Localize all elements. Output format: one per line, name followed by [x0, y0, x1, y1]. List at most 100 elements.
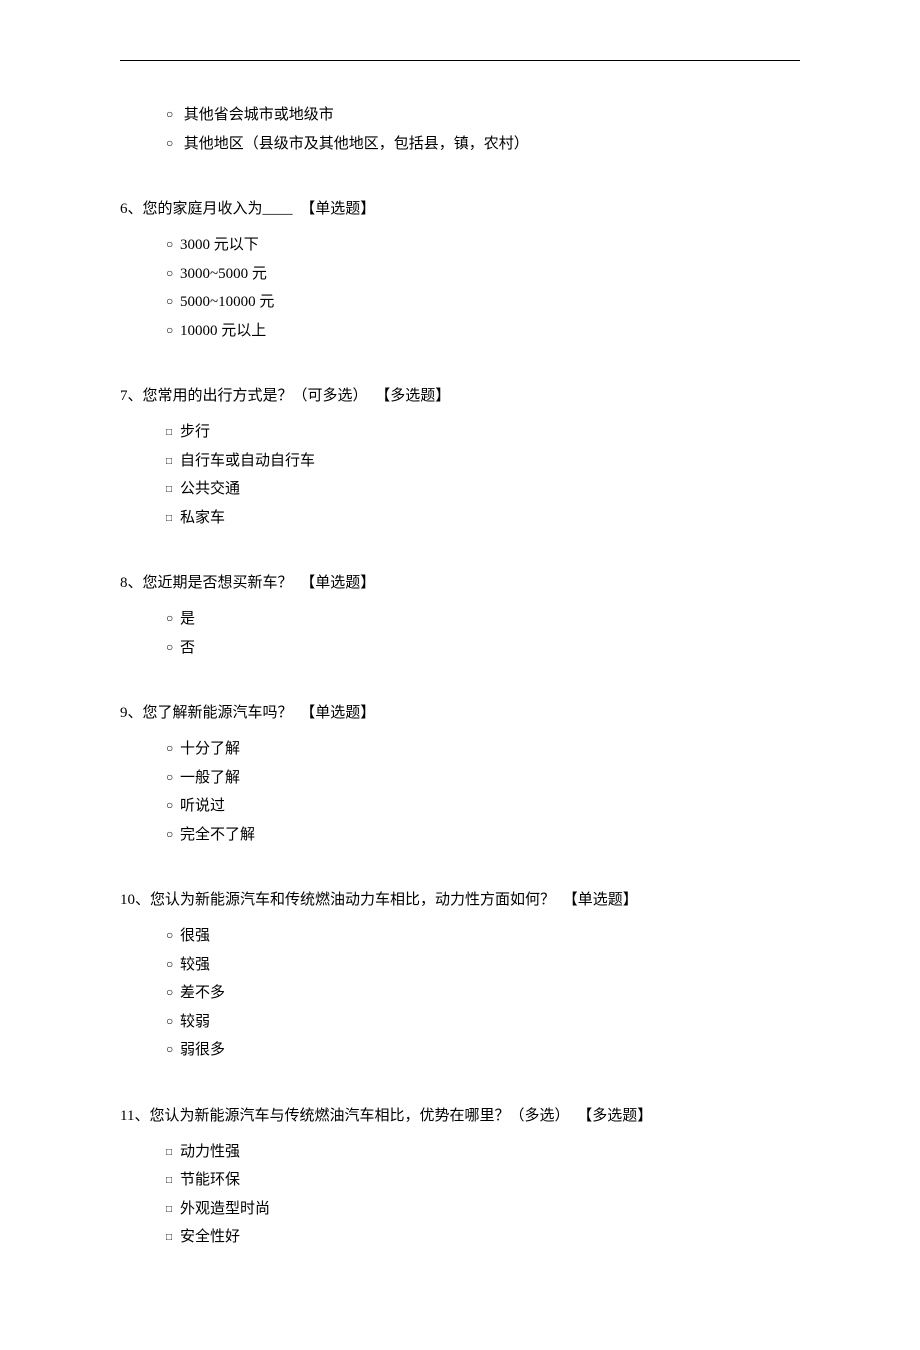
question-text: 您认为新能源汽车和传统燃油动力车相比，动力性方面如何？	[150, 892, 555, 908]
option-item[interactable]: □公共交通	[166, 475, 800, 504]
checkbox-marker-icon: □	[166, 480, 180, 499]
question-block: 6、您的家庭月收入为____ 【单选题】○3000 元以下○3000~5000 …	[120, 196, 800, 345]
question-text: 您认为新能源汽车与传统燃油汽车相比，优势在哪里？（多选）	[149, 1108, 569, 1124]
option-item[interactable]: □节能环保	[166, 1166, 800, 1195]
radio-marker-icon: ○	[166, 794, 180, 817]
checkbox-marker-icon: □	[166, 1171, 180, 1190]
option-item[interactable]: □私家车	[166, 504, 800, 533]
option-item[interactable]: □自行车或自动自行车	[166, 447, 800, 476]
radio-marker-icon: ○	[166, 636, 180, 659]
question-block: 8、您近期是否想买新车？ 【单选题】 ○是○否	[120, 570, 800, 662]
checkbox-marker-icon: □	[166, 1143, 180, 1162]
question-block: 11、您认为新能源汽车与传统燃油汽车相比，优势在哪里？（多选） 【多选题】 □动力…	[120, 1103, 800, 1252]
option-label: 完全不了解	[180, 827, 255, 843]
option-item[interactable]: ○3000~5000 元	[166, 260, 800, 289]
option-item[interactable]: ○10000 元以上	[166, 317, 800, 346]
radio-marker-icon: ○	[166, 953, 180, 976]
checkbox-marker-icon: □	[166, 1200, 180, 1219]
question-text: 您常用的出行方式是？（可多选）	[143, 388, 368, 404]
question-type-tag: 【多选题】	[372, 388, 451, 404]
radio-marker-icon: ○	[166, 981, 180, 1004]
question-number: 8、	[120, 575, 143, 591]
option-list: ○是○否	[120, 605, 800, 662]
option-item[interactable]: ○是	[166, 605, 800, 634]
radio-marker-icon: ○	[166, 737, 180, 760]
option-item[interactable]: ○较弱	[166, 1008, 800, 1037]
radio-marker-icon: ○	[166, 823, 180, 846]
option-label: 其他省会城市或地级市	[184, 107, 334, 123]
radio-marker-icon: ○	[166, 319, 180, 342]
question-number: 10、	[120, 892, 150, 908]
question-title: 8、您近期是否想买新车？ 【单选题】	[120, 570, 800, 597]
question-text: 您了解新能源汽车吗？	[143, 705, 293, 721]
option-label: 3000 元以下	[180, 237, 259, 253]
question-type-tag: 【单选题】	[297, 575, 376, 591]
option-item[interactable]: ○完全不了解	[166, 821, 800, 850]
option-label: 弱很多	[180, 1042, 225, 1058]
option-label: 自行车或自动自行车	[180, 453, 315, 469]
option-label: 安全性好	[180, 1229, 240, 1245]
question-number: 9、	[120, 705, 143, 721]
radio-marker-icon: ○	[166, 1038, 180, 1061]
option-label: 较强	[180, 957, 210, 973]
option-item[interactable]: ○ 其他地区（县级市及其他地区，包括县，镇，农村）	[166, 130, 800, 159]
option-list: ○十分了解○一般了解○听说过○完全不了解	[120, 735, 800, 849]
option-label: 外观造型时尚	[180, 1201, 270, 1217]
option-label: 10000 元以上	[180, 323, 266, 339]
question-type-tag: 【多选题】	[573, 1108, 652, 1124]
question-type-tag: 【单选题】	[297, 705, 376, 721]
option-label: 较弱	[180, 1014, 210, 1030]
option-label: 很强	[180, 928, 210, 944]
option-label: 其他地区（县级市及其他地区，包括县，镇，农村）	[184, 136, 529, 152]
radio-marker-icon: ○	[166, 233, 180, 256]
option-item[interactable]: □步行	[166, 418, 800, 447]
option-item[interactable]: ○很强	[166, 922, 800, 951]
option-item[interactable]: ○ 其他省会城市或地级市	[166, 101, 800, 130]
option-item[interactable]: □动力性强	[166, 1138, 800, 1167]
question-block: 7、您常用的出行方式是？（可多选） 【多选题】□步行□自行车或自动自行车□公共交…	[120, 383, 800, 532]
question-title: 10、您认为新能源汽车和传统燃油动力车相比，动力性方面如何？ 【单选题】	[120, 887, 800, 914]
option-label: 节能环保	[180, 1172, 240, 1188]
checkbox-marker-icon: □	[166, 423, 180, 442]
option-list: ○ 其他省会城市或地级市 ○ 其他地区（县级市及其他地区，包括县，镇，农村）	[120, 101, 800, 158]
option-item[interactable]: ○5000~10000 元	[166, 288, 800, 317]
option-label: 听说过	[180, 798, 225, 814]
option-item[interactable]: □外观造型时尚	[166, 1195, 800, 1224]
radio-marker-icon: ○	[166, 290, 180, 313]
option-item[interactable]: ○差不多	[166, 979, 800, 1008]
question-type-tag: 【单选题】	[297, 201, 376, 217]
question-title: 9、您了解新能源汽车吗？ 【单选题】	[120, 700, 800, 727]
option-item[interactable]: ○听说过	[166, 792, 800, 821]
option-item[interactable]: ○3000 元以下	[166, 231, 800, 260]
option-label: 一般了解	[180, 770, 240, 786]
option-label: 公共交通	[180, 481, 240, 497]
question-title: 6、您的家庭月收入为____ 【单选题】	[120, 196, 800, 223]
radio-marker-icon: ○	[166, 103, 180, 126]
option-label: 步行	[180, 424, 210, 440]
option-item[interactable]: ○弱很多	[166, 1036, 800, 1065]
option-list: □步行□自行车或自动自行车□公共交通□私家车	[120, 418, 800, 532]
option-item[interactable]: ○十分了解	[166, 735, 800, 764]
option-list: ○3000 元以下○3000~5000 元○5000~10000 元○10000…	[120, 231, 800, 345]
question-type-tag: 【单选题】	[559, 892, 638, 908]
option-item[interactable]: □安全性好	[166, 1223, 800, 1252]
question-title: 7、您常用的出行方式是？（可多选） 【多选题】	[120, 383, 800, 410]
option-item[interactable]: ○较强	[166, 951, 800, 980]
question-number: 6、	[120, 201, 143, 217]
option-list: ○很强○较强○差不多○较弱○弱很多	[120, 922, 800, 1065]
question-prev-continued: ○ 其他省会城市或地级市 ○ 其他地区（县级市及其他地区，包括县，镇，农村）	[120, 101, 800, 158]
question-number: 7、	[120, 388, 143, 404]
radio-marker-icon: ○	[166, 262, 180, 285]
radio-marker-icon: ○	[166, 132, 180, 155]
checkbox-marker-icon: □	[166, 1228, 180, 1247]
checkbox-marker-icon: □	[166, 452, 180, 471]
radio-marker-icon: ○	[166, 607, 180, 630]
option-label: 十分了解	[180, 741, 240, 757]
option-label: 私家车	[180, 510, 225, 526]
option-label: 差不多	[180, 985, 225, 1001]
horizontal-rule	[120, 60, 800, 61]
question-title: 11、您认为新能源汽车与传统燃油汽车相比，优势在哪里？（多选） 【多选题】	[120, 1103, 800, 1130]
option-item[interactable]: ○一般了解	[166, 764, 800, 793]
option-item[interactable]: ○否	[166, 634, 800, 663]
page-content: ○ 其他省会城市或地级市 ○ 其他地区（县级市及其他地区，包括县，镇，农村） 6…	[0, 0, 920, 1350]
